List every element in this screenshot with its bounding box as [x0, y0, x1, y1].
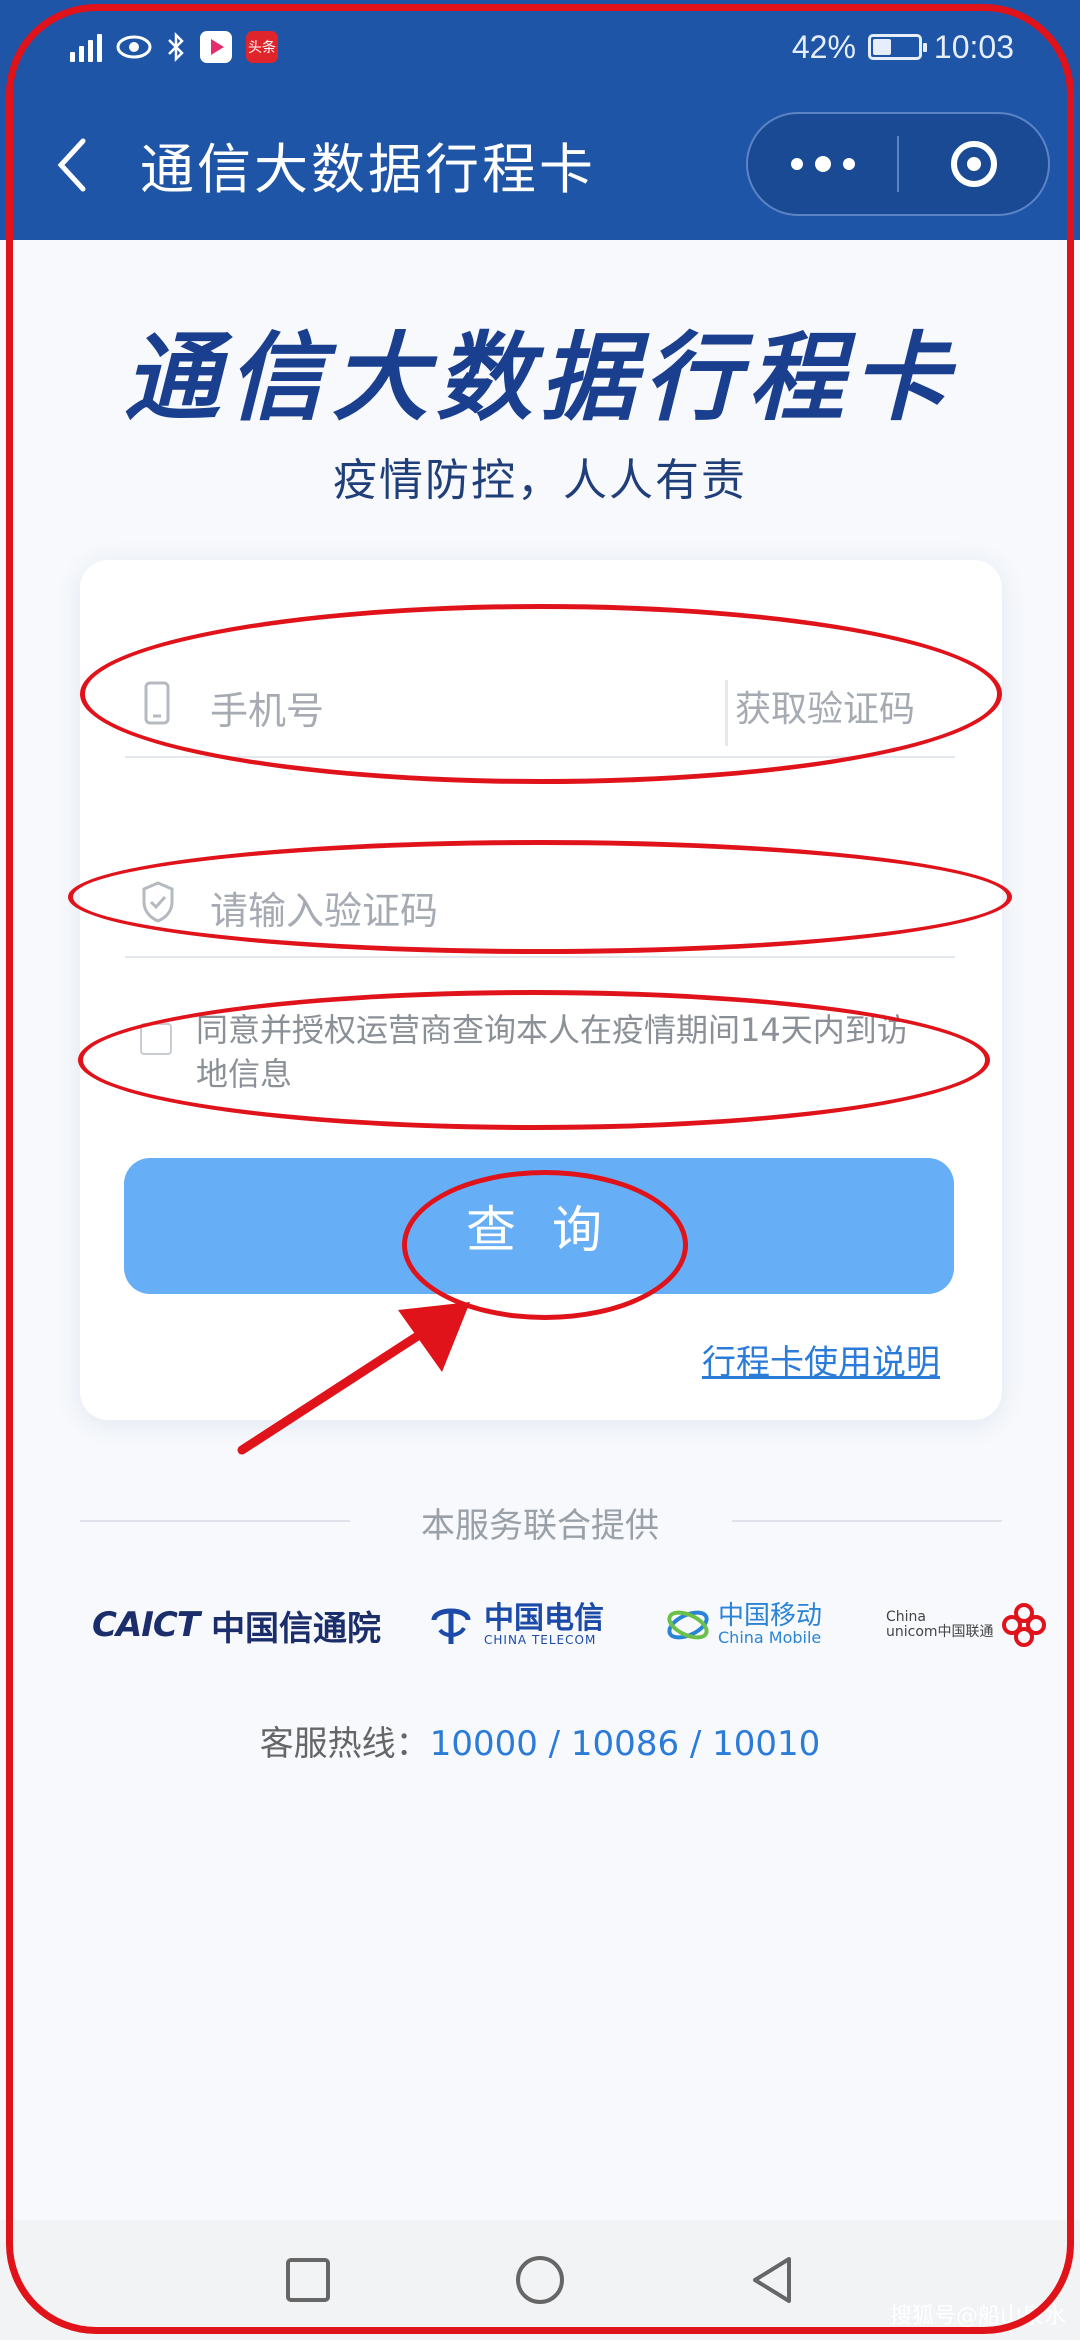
annotation-border	[6, 4, 1074, 2334]
annotation-code-ellipse	[68, 840, 1012, 954]
annotation-arrow-icon	[237, 1302, 470, 1455]
annotation-phone-ellipse	[80, 604, 1002, 784]
annotation-agree-ellipse	[78, 990, 990, 1130]
